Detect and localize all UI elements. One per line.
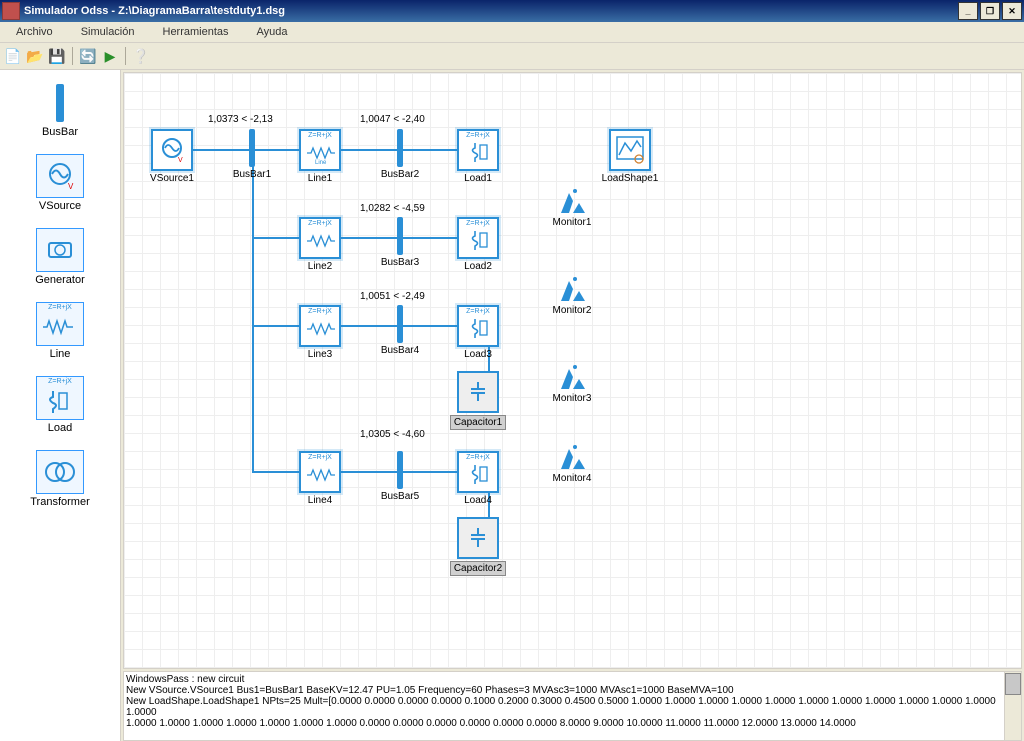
menu-herramientas[interactable]: Herramientas <box>155 24 237 40</box>
app-icon <box>2 2 20 20</box>
node-load2[interactable]: Z=R+jX Load2 <box>450 217 506 272</box>
generator-icon <box>43 233 77 267</box>
monitor-icon <box>555 271 589 305</box>
node-line2[interactable]: Z=R+jX Line2 <box>292 217 348 272</box>
node-monitor2[interactable]: Monitor2 <box>544 271 600 316</box>
title-bar: Simulador Odss - Z:\DiagramaBarra\testdu… <box>0 0 1024 22</box>
scrollbar-thumb[interactable] <box>1005 673 1021 695</box>
node-capacitor1[interactable]: Capacitor1 <box>450 371 506 430</box>
menu-ayuda[interactable]: Ayuda <box>249 24 296 40</box>
voltage-label-busbar3: 1,0282 < -4,59 <box>360 203 425 214</box>
node-busbar2[interactable]: BusBar2 <box>372 129 428 180</box>
node-monitor4[interactable]: Monitor4 <box>544 439 600 484</box>
output-line: 1.0000 1.0000 1.0000 1.0000 1.0000 1.000… <box>126 718 1019 729</box>
palette-busbar[interactable]: BusBar <box>37 82 83 138</box>
menu-bar: Archivo Simulación Herramientas Ayuda <box>0 22 1024 43</box>
voltage-label-busbar2: 1,0047 < -2,40 <box>360 114 425 125</box>
node-line1[interactable]: Z=R+jXLine Line1 <box>292 129 348 184</box>
svg-text:V: V <box>178 157 183 164</box>
open-file-icon[interactable]: 📂 <box>26 47 44 65</box>
close-button[interactable]: ✕ <box>1002 2 1022 20</box>
svg-text:Line: Line <box>315 160 327 165</box>
scrollbar[interactable] <box>1004 672 1021 740</box>
busbar-icon <box>397 305 403 343</box>
busbar-icon <box>397 129 403 167</box>
node-load1[interactable]: Z=R+jX Load1 <box>450 129 506 184</box>
busbar-icon <box>397 451 403 489</box>
minimize-button[interactable]: _ <box>958 2 978 20</box>
component-palette: BusBar V VSource Generator Z=R+jX Line Z… <box>0 70 121 741</box>
node-loadshape1[interactable]: LoadShape1 <box>602 129 658 184</box>
node-load4[interactable]: Z=R+jX Load4 <box>450 451 506 506</box>
node-monitor1[interactable]: Monitor1 <box>544 183 600 228</box>
diagram-canvas[interactable]: 1,0373 < -2,13 1,0047 < -2,40 1,0282 < -… <box>124 73 1021 668</box>
busbar-icon <box>249 129 255 167</box>
refresh-icon[interactable]: 🔄 <box>79 47 97 65</box>
run-icon[interactable]: ▶ <box>101 47 119 65</box>
voltage-label-busbar1: 1,0373 < -2,13 <box>208 114 273 125</box>
transformer-icon <box>43 455 77 489</box>
monitor-icon <box>555 183 589 217</box>
node-capacitor2[interactable]: Capacitor2 <box>450 517 506 576</box>
busbar-icon <box>56 84 64 122</box>
output-line: New LoadShape.LoadShape1 NPts=25 Mult=[0… <box>126 696 1019 718</box>
busbar-icon <box>397 217 403 255</box>
voltage-label-busbar4: 1,0051 < -2,49 <box>360 291 425 302</box>
window-title: Simulador Odss - Z:\DiagramaBarra\testdu… <box>24 5 958 17</box>
voltage-label-busbar5: 1,0305 < -4,60 <box>360 429 425 440</box>
new-file-icon[interactable]: 📄 <box>4 47 22 65</box>
output-line: New VSource.VSource1 Bus1=BusBar1 BaseKV… <box>126 685 1019 696</box>
node-busbar1[interactable]: BusBar1 <box>224 129 280 180</box>
node-busbar5[interactable]: BusBar5 <box>372 451 428 502</box>
palette-line[interactable]: Z=R+jX Line <box>36 302 84 360</box>
vsource-icon: V <box>43 159 77 193</box>
monitor-icon <box>555 359 589 393</box>
help-icon[interactable]: ❔ <box>132 47 150 65</box>
palette-vsource[interactable]: V VSource <box>36 154 84 212</box>
node-busbar4[interactable]: BusBar4 <box>372 305 428 356</box>
node-busbar3[interactable]: BusBar3 <box>372 217 428 268</box>
node-line4[interactable]: Z=R+jX Line4 <box>292 451 348 506</box>
node-vsource1[interactable]: V VSource1 <box>144 129 200 184</box>
separator <box>72 47 73 65</box>
separator <box>125 47 126 65</box>
palette-load[interactable]: Z=R+jX Load <box>36 376 84 434</box>
wire-vertical <box>252 149 254 473</box>
menu-archivo[interactable]: Archivo <box>8 24 61 40</box>
toolbar: 📄 📂 💾 🔄 ▶ ❔ <box>0 43 1024 70</box>
svg-text:V: V <box>68 182 74 191</box>
node-load3[interactable]: Z=R+jX Load3 <box>450 305 506 360</box>
palette-transformer[interactable]: Transformer <box>30 450 90 508</box>
output-line: WindowsPass : new circuit <box>126 674 1019 685</box>
node-monitor3[interactable]: Monitor3 <box>544 359 600 404</box>
output-console[interactable]: WindowsPass : new circuit New VSource.VS… <box>123 671 1022 741</box>
maximize-button[interactable]: ❐ <box>980 2 1000 20</box>
node-line3[interactable]: Z=R+jX Line3 <box>292 305 348 360</box>
monitor-icon <box>555 439 589 473</box>
save-file-icon[interactable]: 💾 <box>48 47 66 65</box>
palette-generator[interactable]: Generator <box>35 228 85 286</box>
menu-simulacion[interactable]: Simulación <box>73 24 143 40</box>
